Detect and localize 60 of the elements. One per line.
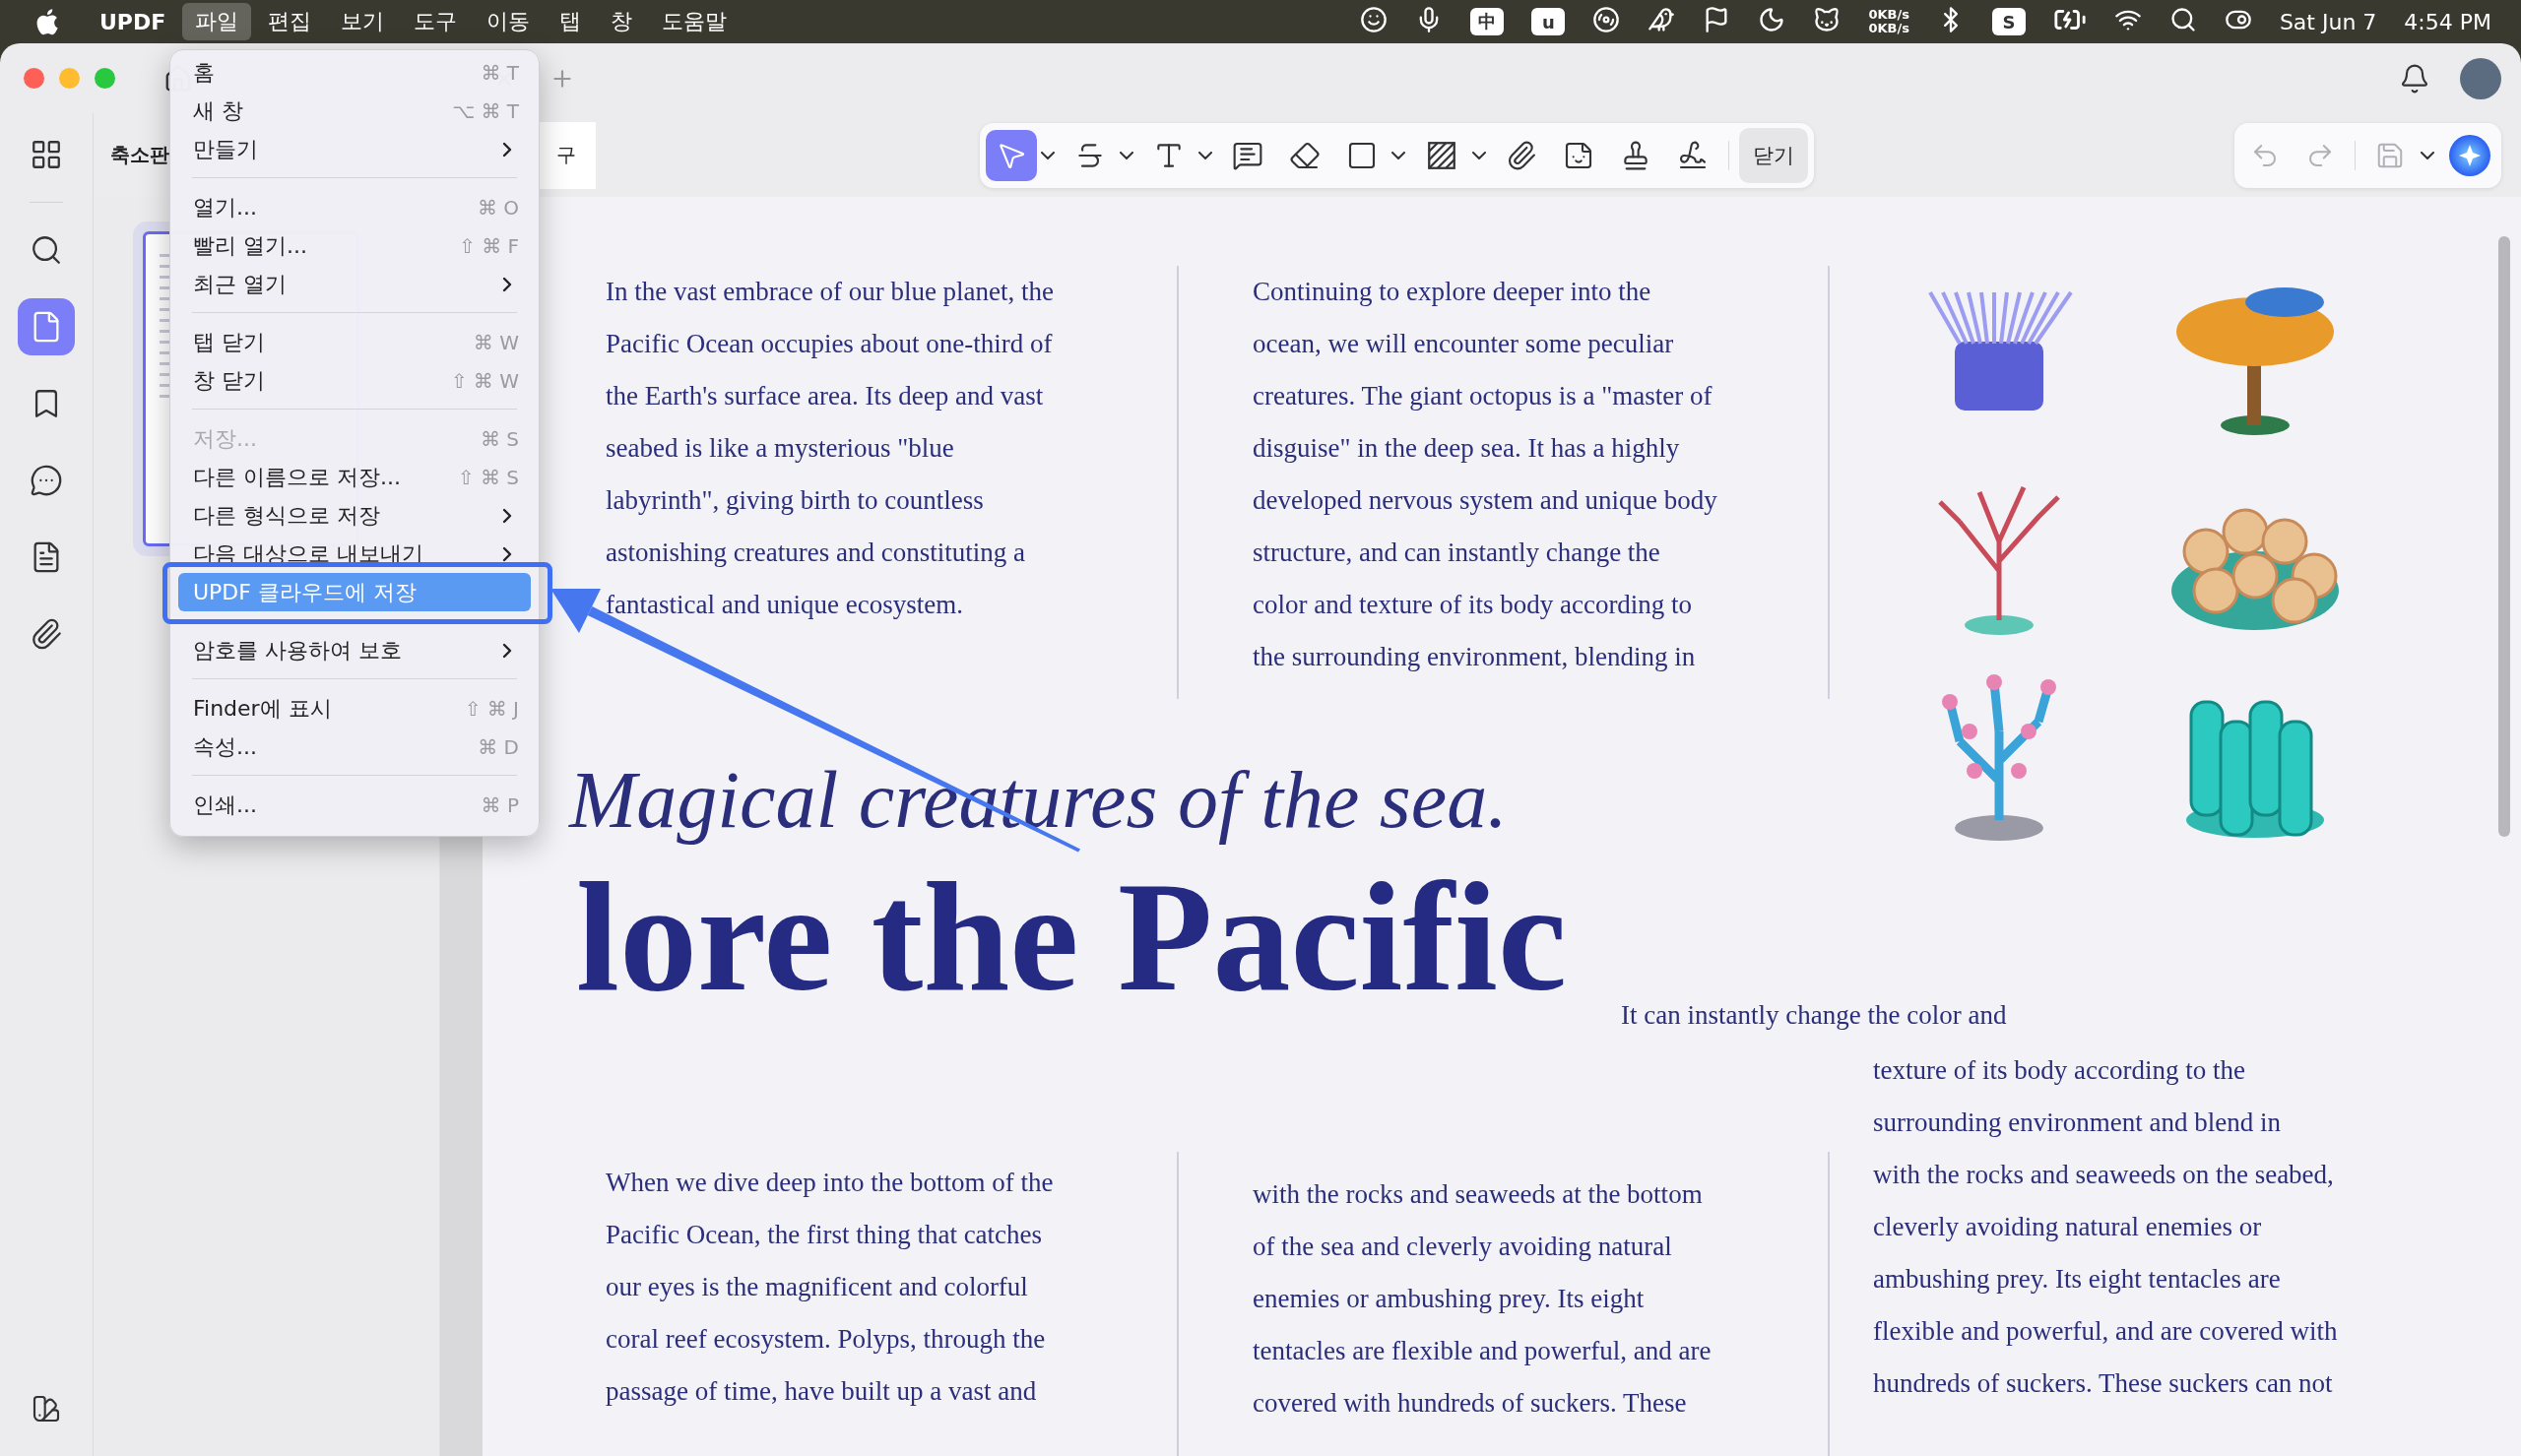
menu-item[interactable]: 암호를 사용하여 보호 <box>178 631 531 669</box>
network-speed: 0KB/s 0KB/s <box>1868 8 1909 35</box>
caret-icon <box>1041 151 1055 159</box>
cat-icon <box>1813 5 1842 33</box>
signature-icon <box>1677 139 1709 171</box>
menu-item[interactable]: 다른 형식으로 저장 <box>178 496 531 535</box>
menu-item[interactable]: 속성... ⌘ D <box>178 728 531 766</box>
body-paragraph: texture of its body according to the surrounding environment and blend in with the rocks and seaweeds on the seabed, cleverly avoiding natural enemies or ambushing prey. Its eight tentacles are flexible and powerful, and are covered with hundreds of suckers. These suckers can not <box>1873 1054 2339 1400</box>
menu-item[interactable]: 빨리 열기... ⇧ ⌘ F <box>178 226 531 265</box>
caret-icon <box>1198 151 1212 159</box>
input-method-badge[interactable]: 中 <box>1470 8 1505 35</box>
body-paragraph: When we dive deep into the bottom of the Pacific Ocean, the first thing that catches our eyes is the magnificent and colorful coral reef ecosystem. Polyps, through the passage of time, have built up a vast and <box>606 1167 1055 1408</box>
search-icon <box>2168 5 2197 33</box>
smiley-icon <box>1360 5 1389 33</box>
menu-bar-item[interactable]: 이동 <box>474 3 544 40</box>
menu-bar-item[interactable]: 파일 <box>182 3 252 40</box>
menu-bar-item[interactable]: 편집 <box>255 3 325 40</box>
menu-bar-item[interactable]: 도움말 <box>649 3 741 40</box>
menu-item[interactable]: 다른 이름으로 저장... ⇧ ⌘ S <box>178 458 531 496</box>
menu-bar-item[interactable]: 탭 <box>547 3 595 40</box>
menu-bar-item[interactable]: 도구 <box>401 3 471 40</box>
app-badge[interactable]: u <box>1531 8 1566 35</box>
scrollbar[interactable] <box>2497 236 2510 837</box>
menu-item[interactable]: 창 닫기 ⇧ ⌘ W <box>178 361 531 400</box>
caret-icon <box>1472 151 1486 159</box>
close-window-button[interactable] <box>24 68 44 89</box>
app-menu[interactable]: UPDF <box>87 5 179 38</box>
sparkle-icon <box>2448 133 2491 177</box>
caret-icon <box>1120 151 1133 159</box>
menu-item[interactable]: 홈 ⌘ T <box>178 53 531 92</box>
date-text: Sat Jun 7 <box>2279 9 2377 34</box>
paperclip-icon <box>30 617 63 651</box>
menu-bar-item[interactable]: 창 <box>598 3 646 40</box>
bell-icon <box>2399 62 2430 95</box>
caret-icon <box>2421 151 2434 159</box>
menu-item[interactable]: 최근 열기 <box>178 265 531 303</box>
menu-item[interactable]: Finder에 표시 ⇧ ⌘ J <box>178 689 531 728</box>
grid-icon <box>30 138 63 171</box>
panel-title: 축소판 <box>110 142 169 168</box>
menu-item[interactable]: 탭 닫기 ⌘ W <box>178 323 531 361</box>
page-title: lore the Pacific <box>576 859 1568 1015</box>
search-icon <box>30 233 63 267</box>
body-paragraph: In the vast embrace of our blue planet, the Pacific Ocean occupies about one-third of the Earth's surface area. Its deep and vast seabed is like a mysterious "blue labyrinth", giving birth to countless astonishing creatures and constituting a fantastical and unique ecosystem. <box>606 276 1056 621</box>
app-badge[interactable]: S <box>1991 8 2026 35</box>
close-button[interactable]: 닫기 <box>1739 127 1808 183</box>
menu-item[interactable]: 열기... ⌘ O <box>178 188 531 226</box>
body-paragraph: It can instantly change the color and <box>1621 999 2007 1032</box>
bird-icon <box>1648 5 1676 33</box>
avatar[interactable] <box>2460 57 2501 99</box>
comment-icon <box>30 464 63 497</box>
body-paragraph: Continuing to explore deeper into the ocean, we will encounter some peculiar creatures. The giant octopus is a "master of disguise" in the deep sea. It has a highly developed nervous system and unique body structure, and can instantly change the color and texture of its body according to the surrounding environment, blending in <box>1253 276 1718 673</box>
disc-icon <box>1592 5 1621 33</box>
body-paragraph: with the rocks and seaweeds at the bottom of the sea and cleverly avoiding natural enemies or ambushing prey. Its eight tentacles are flexible and powerful, and are covered with hundreds of suckers. These <box>1253 1178 1713 1420</box>
menu-item[interactable]: 인쇄... ⌘ P <box>178 786 531 824</box>
time-text: 4:54 PM <box>2404 9 2491 34</box>
swatch-icon <box>31 1393 62 1424</box>
caret-icon <box>1391 151 1405 159</box>
paperclip-icon <box>1506 139 1537 171</box>
moon-icon <box>1758 5 1786 33</box>
menu-bar-item[interactable]: 보기 <box>328 3 398 40</box>
